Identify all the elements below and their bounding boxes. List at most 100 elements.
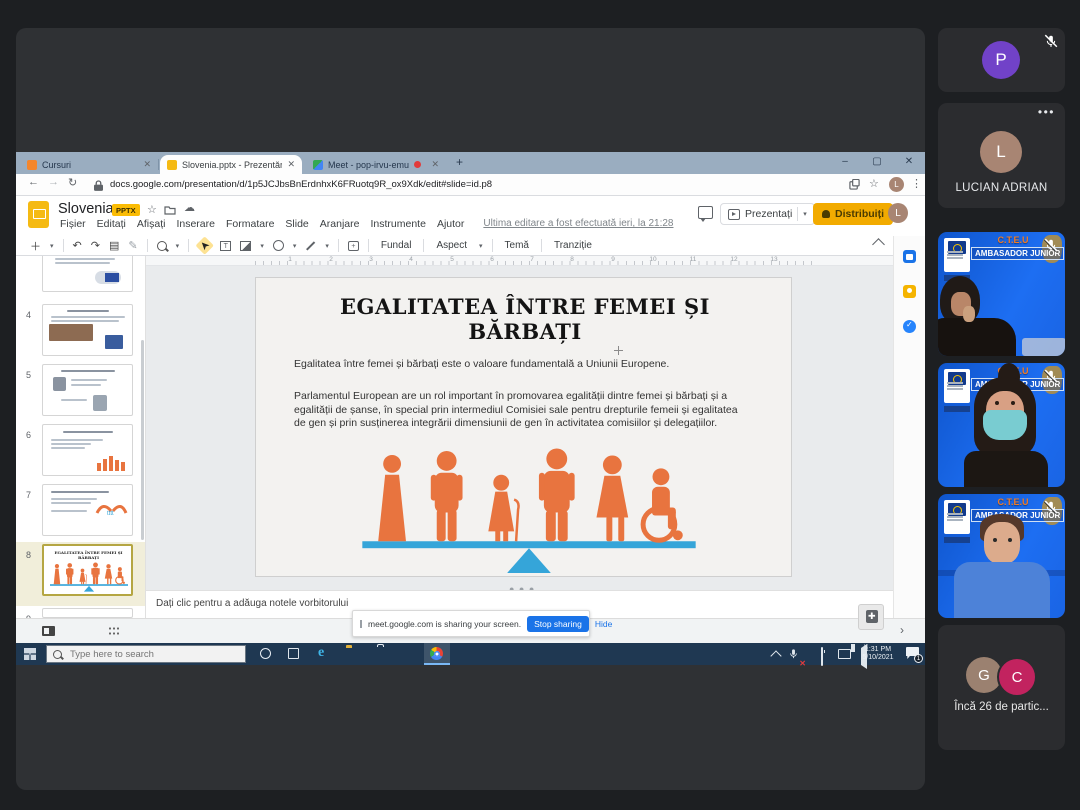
window-maximize-button[interactable]: ▢ [864,152,890,172]
address-input[interactable]: docs.google.com/presentation/d/1p5JCJbsB… [110,179,492,190]
menu-formatare[interactable]: Formatare [226,218,274,230]
browser-profile-avatar[interactable]: L [889,177,904,192]
last-edit-link[interactable]: Ultima editare a fost efectuată ieri, la… [483,218,673,230]
paint-format-icon[interactable]: ✎ [128,239,137,252]
screen-share-tile[interactable]: Cursuri ✕ Slovenia.pptx - Prezentări Goo… [16,28,925,790]
back-icon[interactable]: ← [28,176,39,188]
slide-thumbnail-3[interactable] [42,256,133,292]
share-button[interactable]: Distribuiți [813,203,893,225]
network-display-icon[interactable] [838,649,851,659]
chrome-taskbar-active[interactable] [424,643,450,665]
slide-thumbnail-8-selected[interactable]: EGALITATEA ÎNTRE FEMEI ȘI BĂRBAȚI [42,544,133,596]
microsoft-store-icon[interactable] [374,647,388,661]
calendar-icon[interactable] [903,250,916,263]
tab-close-icon[interactable]: ✕ [431,159,439,170]
present-dropdown-icon[interactable]: ▾ [803,210,807,218]
browser-menu-icon[interactable]: ⋮ [911,177,922,190]
expand-panel-icon[interactable]: › [900,623,904,637]
theme-button[interactable]: Temă [502,240,532,251]
star-document-icon[interactable]: ☆ [147,203,157,216]
bookmark-star-icon[interactable]: ☆ [869,177,879,190]
present-button[interactable]: Prezentați ▾ [720,203,815,225]
move-handle-icon[interactable] [614,346,623,355]
insert-image-icon[interactable] [240,241,251,251]
tab-cursuri[interactable]: Cursuri ✕ [20,155,158,174]
tray-expand-icon[interactable] [770,650,781,661]
move-folder-icon[interactable] [164,205,176,215]
slide-thumbnail-6[interactable] [42,424,133,476]
stop-sharing-button[interactable]: Stop sharing [527,616,589,632]
extension-icon[interactable] [849,179,860,190]
insert-comment-icon[interactable]: + [348,241,359,251]
redo-icon[interactable]: ↷ [91,239,100,252]
comment-history-icon[interactable] [698,206,713,219]
new-tab-button[interactable]: + [456,155,463,169]
cloud-status-icon[interactable]: ☁ [184,201,195,214]
menu-fisier[interactable]: Fișier [60,218,86,230]
insert-line-icon[interactable] [306,241,315,250]
current-slide[interactable]: EGALITATEA ÎNTRE FEMEI ȘI BĂRBAȚI Egalit… [255,277,792,577]
grid-view-icon[interactable] [108,626,119,636]
participant-video-tile-3[interactable]: C.T.E.U AMBASADOR JUNIOR [938,494,1065,618]
edge-icon[interactable]: e [318,646,332,660]
tab-close-icon[interactable]: ✕ [143,159,151,170]
taskbar-clock[interactable]: 1:31 PM 5/10/2021 [858,646,898,662]
search-input[interactable] [68,648,232,661]
cortana-icon[interactable] [260,648,271,659]
keep-icon[interactable] [903,285,916,298]
tray-mic-icon[interactable] [788,648,799,659]
background-button[interactable]: Fundal [378,240,415,251]
menu-aranjare[interactable]: Aranjare [320,218,360,230]
start-button[interactable] [24,648,36,660]
add-shortcut-button[interactable] [858,604,884,630]
menu-editati[interactable]: Editați [97,218,126,230]
reload-icon[interactable]: ↻ [68,176,77,189]
window-minimize-button[interactable]: – [832,152,858,172]
forward-icon[interactable]: → [48,176,59,188]
transition-button[interactable]: Tranziție [551,240,595,251]
mail-icon[interactable] [402,647,416,661]
slide-thumbnail-4[interactable] [42,304,133,356]
hide-banner-link[interactable]: Hide [595,619,612,629]
tab-close-icon[interactable]: ✕ [287,159,295,170]
slides-favicon [167,160,177,170]
layout-button[interactable]: Aspect [433,240,470,251]
menu-inserare[interactable]: Inserare [176,218,215,230]
print-icon[interactable]: ▤ [109,239,119,252]
account-avatar[interactable]: L [888,203,908,223]
slide-thumbnail-5[interactable] [42,364,133,416]
speaker-notes-placeholder[interactable]: Dați clic pentru a adăuga notele vorbito… [156,598,348,609]
filmstrip-view-icon[interactable] [42,626,55,636]
menu-afisati[interactable]: Afișați [137,218,166,230]
file-explorer-icon[interactable] [346,647,360,661]
slide-thumbnail-7[interactable]: tttt [42,484,133,536]
insert-shape-icon[interactable] [273,240,284,251]
taskbar-search[interactable] [46,645,246,663]
participant-tile-p[interactable]: P [938,28,1065,92]
select-cursor-icon[interactable]: ➤ [195,236,214,255]
menu-ajutor[interactable]: Ajutor [437,218,464,230]
slides-logo[interactable] [28,201,49,228]
participant-video-tile-2[interactable]: C.T.E.U AMBASADOR JUNIOR [938,363,1065,487]
menu-instrumente[interactable]: Instrumente [370,218,425,230]
window-close-button[interactable]: ✕ [896,152,922,172]
new-slide-button[interactable]: ＋ [30,238,41,254]
tasks-icon[interactable] [903,320,916,333]
menu-slide[interactable]: Slide [285,218,308,230]
undo-icon[interactable]: ↶ [73,239,82,252]
task-view-icon[interactable] [288,648,299,659]
zoom-icon[interactable] [157,241,167,251]
participant-video-tile-1[interactable]: C.T.E.U AMBASADOR JUNIOR [938,232,1065,356]
tab-slides-active[interactable]: Slovenia.pptx - Prezentări Googl ✕ [160,155,302,174]
participants-overflow-tile[interactable]: G C Încă 26 de partic... [938,625,1065,750]
filmstrip-scrollbar[interactable] [141,340,144,540]
tile-options-icon[interactable]: ••• [1038,105,1055,119]
zoom-dropdown[interactable]: ▾ [176,242,180,250]
document-title[interactable]: Slovenia [58,201,114,217]
participant-tile-lucian[interactable]: ••• L LUCIAN ADRIAN [938,103,1065,208]
battery-icon[interactable] [821,647,823,666]
tab-meet[interactable]: Meet - pop-irvu-emu ✕ [306,155,446,174]
text-box-icon[interactable]: T [220,241,231,251]
new-slide-dropdown[interactable]: ▾ [50,242,54,250]
slide-thumbnail-9[interactable] [42,608,133,618]
